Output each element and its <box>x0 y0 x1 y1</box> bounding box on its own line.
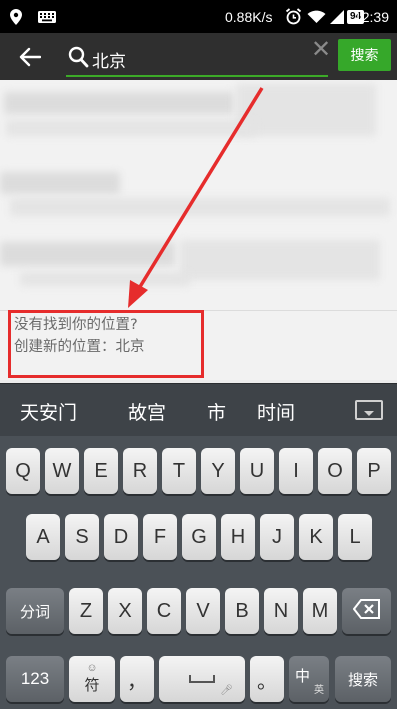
candidate-3[interactable]: 时间 <box>257 398 295 425</box>
period-key[interactable]: 。 <box>250 656 284 702</box>
key-y[interactable]: Y <box>201 448 235 494</box>
wifi-icon <box>307 0 326 33</box>
clear-icon[interactable]: ✕ <box>311 35 331 63</box>
key-f[interactable]: F <box>143 514 177 560</box>
list-item[interactable] <box>0 80 397 155</box>
key-m[interactable]: M <box>303 588 337 634</box>
candidate-0[interactable]: 天安门 <box>20 398 77 425</box>
key-b[interactable]: B <box>225 588 259 634</box>
space-icon <box>189 675 215 683</box>
key-i[interactable]: I <box>279 448 313 494</box>
status-bar: 0.88K/s 94 12:39 <box>0 0 397 33</box>
keyboard-hide-icon[interactable] <box>355 400 383 420</box>
key-z[interactable]: Z <box>69 588 103 634</box>
search-button[interactable]: 搜索 <box>338 39 391 71</box>
segment-key[interactable]: 分词 <box>6 588 64 634</box>
backspace-icon <box>352 599 381 623</box>
list-item[interactable] <box>0 154 397 233</box>
key-o[interactable]: O <box>318 448 352 494</box>
key-w[interactable]: W <box>45 448 79 494</box>
key-n[interactable]: N <box>264 588 298 634</box>
key-s[interactable]: S <box>65 514 99 560</box>
key-u[interactable]: U <box>240 448 274 494</box>
symbol-key[interactable]: ☺ 符 <box>69 656 115 702</box>
symbol-key-label: 符 <box>84 677 100 694</box>
alarm-icon <box>285 0 302 33</box>
numbers-key[interactable]: 123 <box>6 656 64 702</box>
keyboard-icon <box>38 0 56 33</box>
key-k[interactable]: K <box>299 514 333 560</box>
network-speed: 0.88K/s <box>225 8 273 25</box>
candidate-2[interactable]: 市 <box>207 398 226 425</box>
key-a[interactable]: A <box>26 514 60 560</box>
key-l[interactable]: L <box>338 514 372 560</box>
emoji-icon: ☺ <box>86 662 98 674</box>
search-icon <box>68 46 89 72</box>
lang-en-label: 英 <box>314 685 324 696</box>
key-x[interactable]: X <box>108 588 142 634</box>
key-q[interactable]: Q <box>6 448 40 494</box>
signal-icon <box>330 0 344 33</box>
key-j[interactable]: J <box>260 514 294 560</box>
key-v[interactable]: V <box>186 588 220 634</box>
key-h[interactable]: H <box>221 514 255 560</box>
key-c[interactable]: C <box>147 588 181 634</box>
search-query: 北京 <box>92 52 126 72</box>
keyboard: Q W E R T Y U I O P A S D F G H J K L 分词… <box>0 436 397 709</box>
location-icon <box>10 0 22 33</box>
ime-search-key[interactable]: 搜索 <box>335 656 391 702</box>
key-g[interactable]: G <box>182 514 216 560</box>
search-input[interactable]: 北京 <box>66 43 328 77</box>
key-e[interactable]: E <box>84 448 118 494</box>
highlight-box <box>8 310 204 378</box>
candidate-1[interactable]: 故宫 <box>128 398 166 425</box>
mic-icon: 🎤︎ <box>220 685 233 696</box>
back-arrow-icon[interactable] <box>19 46 42 68</box>
key-r[interactable]: R <box>123 448 157 494</box>
list-item[interactable] <box>0 232 397 311</box>
key-d[interactable]: D <box>104 514 138 560</box>
comma-key[interactable]: ， <box>120 656 154 702</box>
ime-candidate-bar: 天安门 故宫 市 时间 <box>0 383 397 436</box>
lang-zh-label: 中 <box>295 668 311 685</box>
language-switch-key[interactable]: 中 英 <box>289 656 329 702</box>
clock: 12:39 <box>353 8 389 25</box>
backspace-key[interactable] <box>342 588 391 634</box>
space-key[interactable]: 🎤︎ <box>159 656 245 702</box>
key-t[interactable]: T <box>162 448 196 494</box>
key-p[interactable]: P <box>357 448 391 494</box>
